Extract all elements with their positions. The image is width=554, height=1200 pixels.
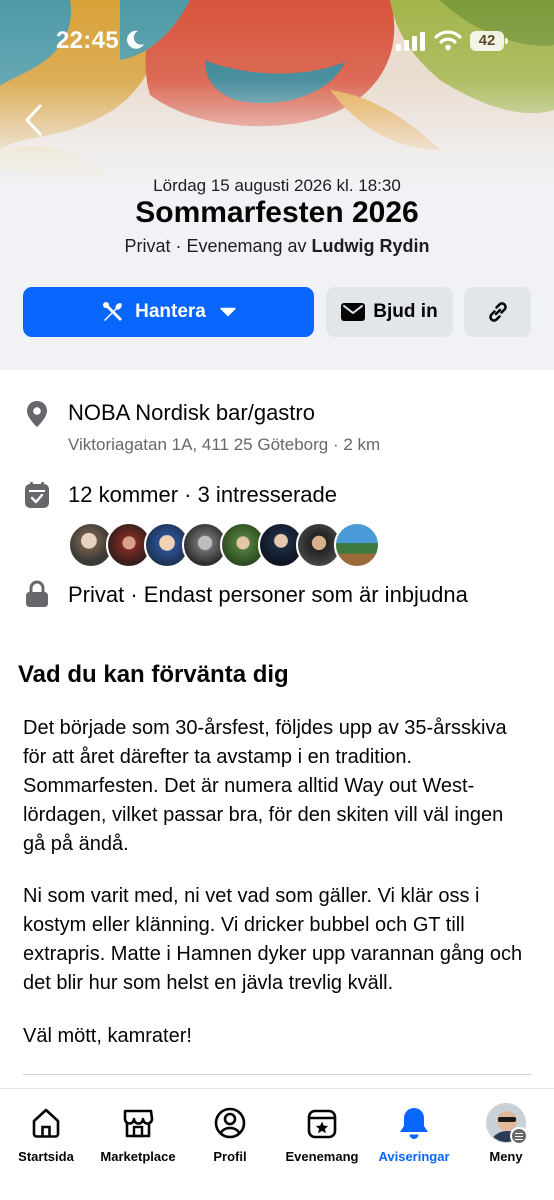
manage-label: Hantera xyxy=(135,301,206,322)
tab-menu[interactable]: Meny xyxy=(460,1089,552,1179)
cellular-signal-icon xyxy=(396,32,425,51)
menu-icon xyxy=(510,1127,528,1145)
attendance-count[interactable]: 12 kommer · 3 intresserade xyxy=(68,482,337,508)
battery-indicator: 42 xyxy=(470,31,508,51)
copy-link-button[interactable] xyxy=(464,287,531,337)
description-paragraph: Väl mött, kamrater! xyxy=(23,1025,192,1047)
bell-icon xyxy=(400,1108,428,1139)
description-title: Vad du kan förvänta dig xyxy=(18,661,289,688)
profile-icon xyxy=(214,1107,246,1139)
description-paragraph: Det började som 30-årsfest, följdes upp … xyxy=(23,717,507,855)
link-icon xyxy=(488,302,507,322)
envelope-icon xyxy=(341,303,366,321)
tab-events[interactable]: Evenemang xyxy=(276,1089,368,1179)
moon-icon xyxy=(127,30,144,49)
status-time: 22:45 xyxy=(56,27,119,54)
location-pin-icon xyxy=(27,401,47,427)
event-host[interactable]: Ludwig Rydin xyxy=(312,236,430,256)
description-paragraph: Ni som varit med, ni vet vad som gäller.… xyxy=(23,885,523,994)
lock-icon xyxy=(26,580,48,607)
tab-label: Meny xyxy=(489,1149,523,1164)
tab-profile[interactable]: Profil xyxy=(184,1089,276,1179)
events-icon xyxy=(307,1109,337,1139)
tab-notifications[interactable]: Aviseringar xyxy=(368,1089,460,1179)
chevron-down-icon xyxy=(220,307,236,317)
location-name[interactable]: NOBA Nordisk bar/gastro xyxy=(68,400,315,426)
manage-button[interactable]: Hantera xyxy=(23,287,314,337)
tools-icon xyxy=(103,302,123,321)
bottom-tab-bar: Startsida Marketplace Profil Evenemang A… xyxy=(0,1088,554,1200)
tab-marketplace[interactable]: Marketplace xyxy=(92,1089,184,1179)
event-date: Lördag 15 augusti 2026 kl. 18:30 xyxy=(153,176,401,195)
battery-level: 42 xyxy=(478,32,496,49)
privacy-info: Privat · Endast personer som är inbjudna xyxy=(68,582,468,607)
divider xyxy=(23,1074,531,1075)
status-bar: 22:45 42 xyxy=(0,0,554,84)
event-privacy-prefix: Privat · Evenemang av xyxy=(124,236,312,256)
attendee-avatar[interactable] xyxy=(334,522,380,568)
event-host-line: Privat · Evenemang av Ludwig Rydin xyxy=(0,236,554,257)
invite-button[interactable]: Bjud in xyxy=(326,287,453,337)
location-address[interactable]: Viktoriagatan 1A, 411 25 Göteborg · 2 km xyxy=(68,435,380,455)
event-header: 22:45 42 Lördag 15 augusti 2026 kl. 18:3… xyxy=(0,0,554,370)
wifi-icon xyxy=(434,30,462,51)
home-icon xyxy=(32,1108,60,1138)
marketplace-icon xyxy=(123,1109,154,1138)
tab-home[interactable]: Startsida xyxy=(0,1089,92,1179)
back-button[interactable] xyxy=(16,98,52,142)
invite-label: Bjud in xyxy=(373,301,438,322)
calendar-check-icon xyxy=(25,482,49,508)
event-title: Sommarfesten 2026 xyxy=(135,196,419,229)
